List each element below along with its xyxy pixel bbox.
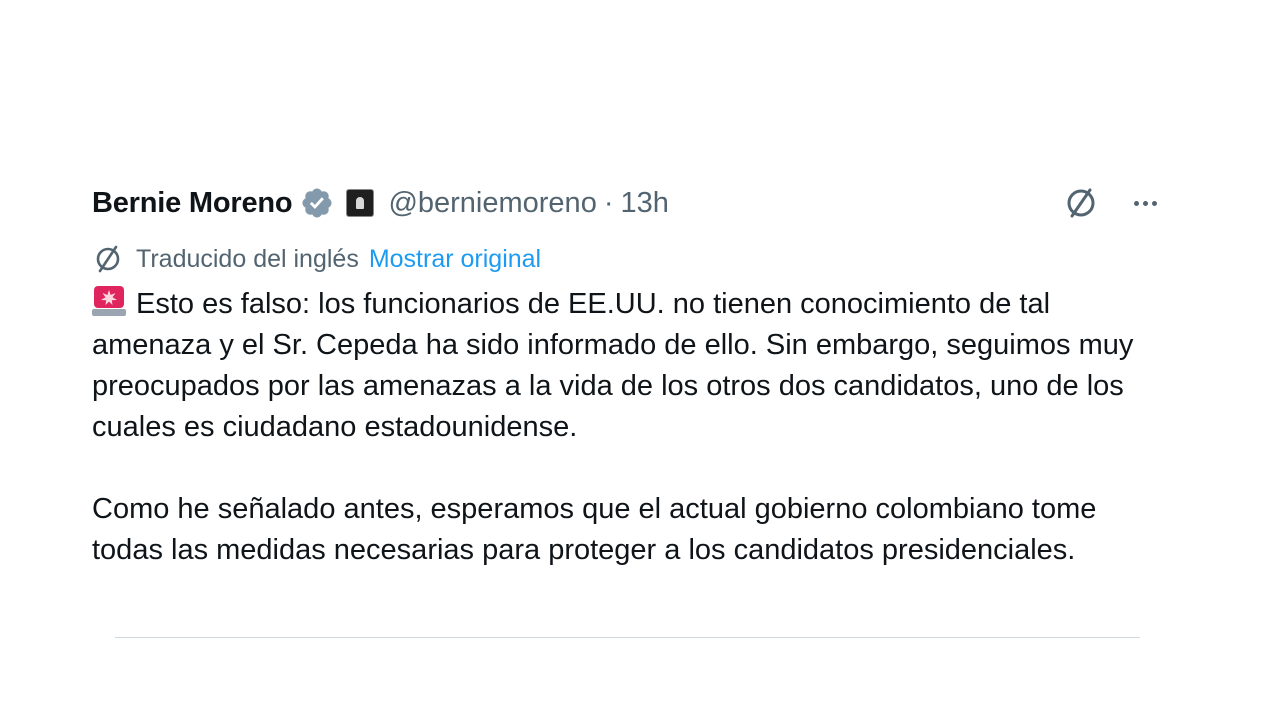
affiliate-badge-icon[interactable]	[346, 189, 375, 217]
paragraph-text: Esto es falso: los funcionarios de EE.UU…	[92, 288, 1134, 443]
rotating-light-icon	[92, 286, 126, 316]
tweet-paragraph: Esto es falso: los funcionarios de EE.UU…	[92, 284, 1157, 448]
author-name[interactable]: Bernie Moreno	[92, 187, 293, 220]
translated-label: Traducido del inglés	[136, 244, 359, 273]
tweet-header: Bernie Moreno @berniemoreno · 13h	[92, 180, 1157, 226]
show-original-link[interactable]: Mostrar original	[369, 245, 541, 274]
grok-icon[interactable]	[1062, 184, 1100, 222]
tweet-paragraph: Como he señalado antes, esperamos que el…	[92, 493, 1097, 566]
translate-icon	[96, 245, 120, 273]
header-actions	[1062, 184, 1157, 222]
tweet-text: Esto es falso: los funcionarios de EE.UU…	[92, 284, 1157, 571]
tweet: Bernie Moreno @berniemoreno · 13h Traduc…	[92, 180, 1157, 571]
author-handle[interactable]: @berniemoreno	[388, 187, 596, 220]
more-icon[interactable]	[1134, 184, 1157, 222]
translation-bar: Traducido del inglés Mostrar original	[92, 242, 1157, 276]
separator-dot: ·	[603, 186, 614, 219]
tweet-timestamp[interactable]: 13h	[621, 187, 669, 220]
verified-badge-icon[interactable]	[300, 186, 334, 220]
divider	[115, 637, 1140, 638]
